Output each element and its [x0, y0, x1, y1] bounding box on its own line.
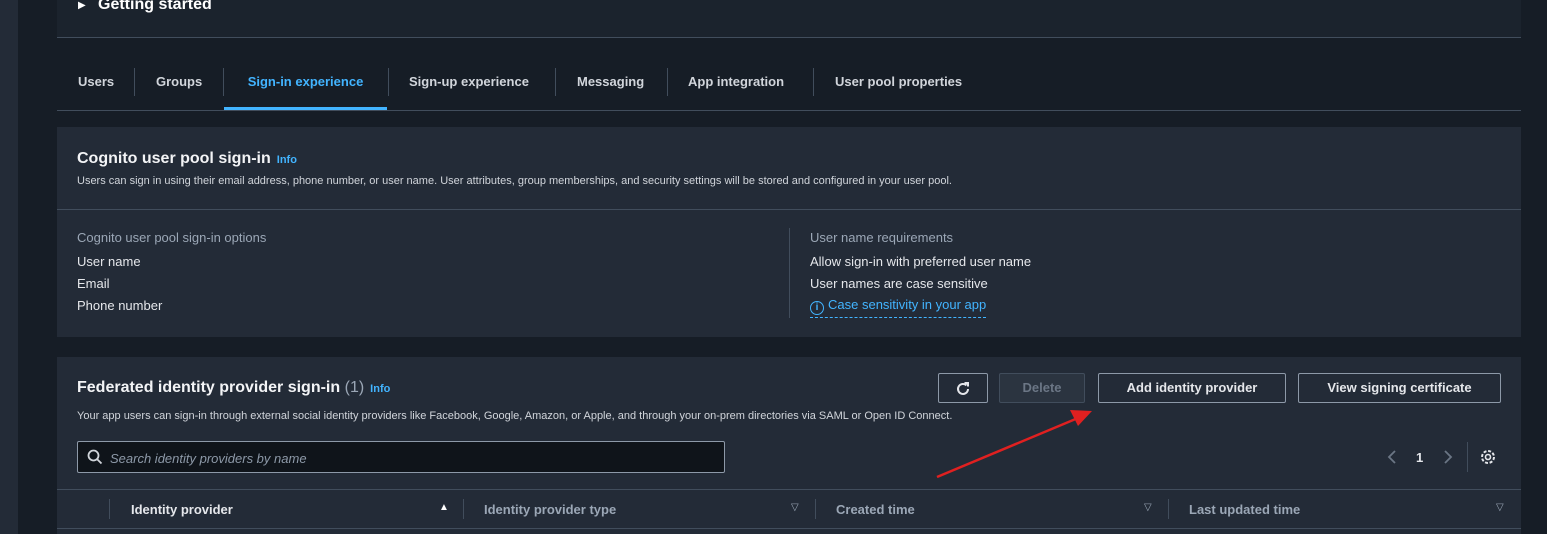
getting-started-label: Getting started [98, 0, 212, 13]
tab-users[interactable]: Users [78, 62, 114, 108]
refresh-button[interactable] [938, 373, 988, 403]
column-divider [109, 499, 110, 519]
caret-right-icon: ▶ [78, 0, 86, 11]
column-divider [1168, 499, 1169, 519]
option-phone-number: Phone number [77, 298, 163, 313]
current-page[interactable]: 1 [1416, 450, 1423, 465]
info-link[interactable]: Info [277, 154, 297, 166]
add-identity-provider-button[interactable]: Add identity provider [1098, 373, 1286, 403]
getting-started-section[interactable]: ▶ Getting started [57, 0, 1521, 38]
panel-title: Cognito user pool sign-in [77, 150, 271, 167]
sort-ascending-icon[interactable]: ▲ [439, 502, 449, 513]
tab-groups[interactable]: Groups [156, 62, 202, 108]
federated-sign-in-panel: Federated identity provider sign-in (1) I… [57, 357, 1521, 534]
tab-divider [388, 68, 389, 96]
chevron-left-icon[interactable] [1386, 449, 1398, 465]
column-identity-provider[interactable]: Identity provider [131, 502, 233, 517]
chevron-right-icon[interactable] [1442, 449, 1454, 465]
panel-description: Users can sign in using their email addr… [77, 175, 952, 187]
sort-descending-icon[interactable]: ▽ [791, 502, 799, 513]
pager-divider [1467, 442, 1468, 472]
tab-app-integration[interactable]: App integration [688, 62, 784, 108]
case-sensitivity-link[interactable]: i Case sensitivity in your app [810, 297, 987, 318]
search-input[interactable] [108, 442, 712, 474]
sort-descending-icon[interactable]: ▽ [1496, 502, 1504, 513]
settings-gear-icon[interactable] [1479, 448, 1497, 466]
tab-divider [555, 68, 556, 96]
provider-count: (1) [344, 379, 365, 396]
tab-bar: Users Groups Sign-in experience Sign-up … [57, 62, 1521, 111]
column-identity-provider-type[interactable]: Identity provider type [484, 502, 616, 517]
tab-sign-in-experience[interactable]: Sign-in experience [224, 62, 387, 110]
view-signing-certificate-button[interactable]: View signing certificate [1298, 373, 1501, 403]
tab-user-pool-properties[interactable]: User pool properties [835, 62, 962, 108]
left-rail [0, 0, 18, 534]
column-created-time[interactable]: Created time [836, 502, 915, 517]
tab-messaging[interactable]: Messaging [577, 62, 644, 108]
tab-divider [667, 68, 668, 96]
panel-description: Your app users can sign-in through exter… [77, 410, 953, 422]
requirement-preferred-user-name: Allow sign-in with preferred user name [810, 254, 1032, 269]
sort-descending-icon[interactable]: ▽ [1144, 502, 1152, 513]
tab-divider [813, 68, 814, 96]
tab-sign-up-experience[interactable]: Sign-up experience [409, 62, 529, 108]
column-last-updated-time[interactable]: Last updated time [1189, 502, 1300, 517]
option-email: Email [77, 276, 110, 291]
option-user-name: User name [77, 254, 141, 269]
panel-title: Federated identity provider sign-in [77, 379, 341, 396]
requirement-case-sensitive: User names are case sensitive [810, 276, 988, 291]
search-field[interactable] [77, 441, 725, 474]
column-divider [789, 228, 790, 318]
table-header: Identity provider ▲ Identity provider ty… [57, 489, 1521, 529]
delete-button[interactable]: Delete [999, 373, 1085, 403]
info-circle-icon: i [810, 301, 824, 315]
column-divider [463, 499, 464, 519]
tab-divider [134, 68, 135, 96]
sign-in-options-label: Cognito user pool sign-in options [77, 230, 267, 245]
column-divider [815, 499, 816, 519]
cognito-sign-in-panel: Cognito user pool sign-in Info Users can … [57, 127, 1521, 337]
search-icon [87, 449, 103, 465]
divider [57, 209, 1521, 210]
info-link[interactable]: Info [370, 383, 390, 395]
user-name-requirements-label: User name requirements [810, 230, 954, 245]
refresh-icon [957, 382, 969, 395]
